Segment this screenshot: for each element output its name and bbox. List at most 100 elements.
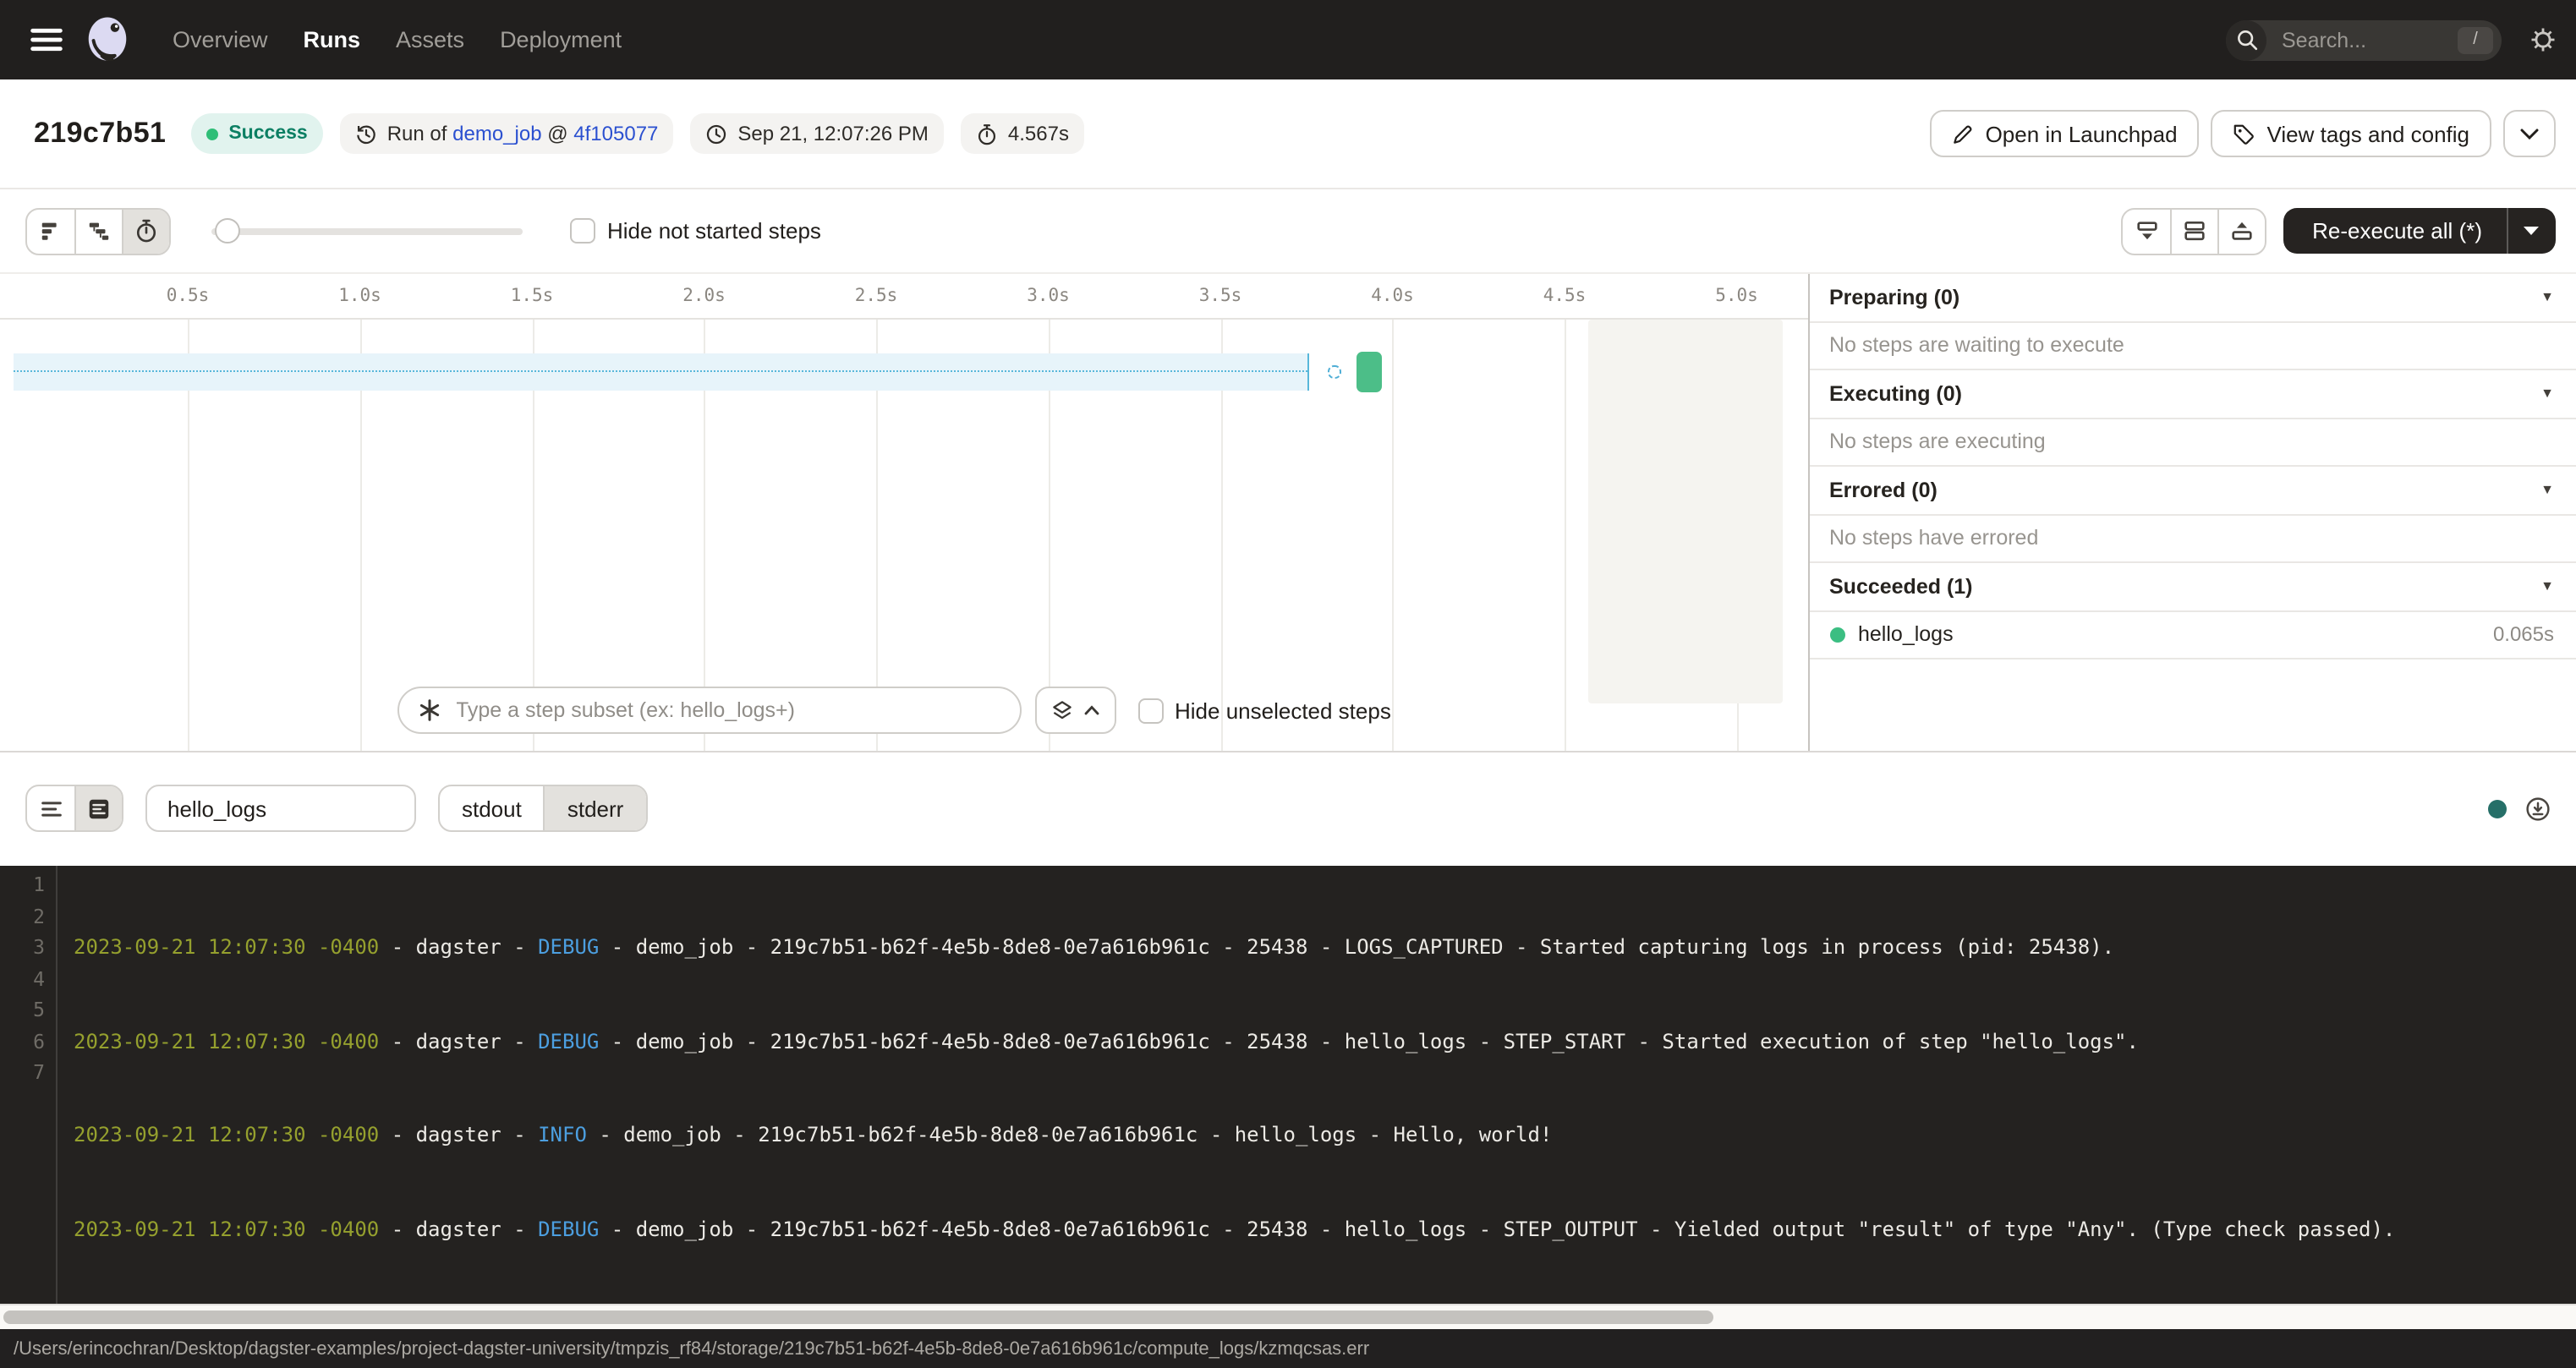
panel-layout-bottom-button[interactable] (2123, 209, 2170, 253)
log-step-filter-input[interactable] (164, 795, 397, 824)
nav-item-overview[interactable]: Overview (173, 27, 268, 52)
log-source: - dagster - (379, 1029, 538, 1053)
nav-links: Overview Runs Assets Deployment (173, 27, 622, 52)
axis-tick: 3.0s (1027, 285, 1070, 305)
step-subset-input-wrap (397, 687, 1021, 734)
start-time: Sep 21, 12:07:26 PM (737, 122, 929, 145)
op-selector-icon (417, 698, 441, 722)
view-tags-config-button[interactable]: View tags and config (2212, 110, 2491, 157)
log-view-table-button[interactable] (27, 787, 74, 831)
duration-tag: 4.567s (961, 113, 1084, 154)
panel-layout-top-button[interactable] (2217, 209, 2265, 253)
raw-log-view[interactable]: 1 2 3 4 5 6 7 2023-09-21 12:07:30 -0400 … (0, 866, 2576, 1304)
log-view-raw-button[interactable] (74, 787, 122, 831)
empty-message: No steps are executing (1829, 430, 2046, 454)
graph-query-toggle-button[interactable] (1034, 687, 1115, 734)
open-in-launchpad-label: Open in Launchpad (1986, 121, 2178, 146)
hamburger-menu-icon[interactable] (20, 14, 71, 65)
log-horizontal-scrollbar[interactable] (0, 1304, 2576, 1329)
section-errored[interactable]: Errored (0) ▼ (1809, 467, 2576, 515)
reexecute-all-button[interactable]: Re-execute all (*) (2283, 208, 2555, 254)
view-mode-timed-button[interactable] (122, 209, 169, 253)
tab-stderr[interactable]: stderr (544, 787, 645, 831)
step-execution-bar[interactable] (1357, 352, 1381, 391)
tab-stdout[interactable]: stdout (440, 787, 544, 831)
log-lines: 2023-09-21 12:07:30 -0400 - dagster - DE… (57, 866, 2576, 1304)
log-capture-status-dot-icon (2488, 800, 2507, 818)
view-mode-flat-button[interactable] (27, 209, 74, 253)
caret-down-icon (2524, 227, 2539, 235)
step-waiting-band (13, 353, 1308, 391)
tag-icon (2233, 123, 2255, 145)
snapshot-link[interactable]: 4f105077 (573, 122, 658, 145)
log-file-path: /Users/erincochran/Desktop/dagster-examp… (14, 1338, 1369, 1359)
section-preparing-empty: No steps are waiting to execute (1809, 322, 2576, 370)
line-number: 5 (0, 994, 45, 1026)
flat-view-icon (38, 218, 63, 244)
log-view-mode-segmented (25, 785, 123, 833)
search-input[interactable] (2278, 26, 2441, 53)
search-shortcut-key: / (2458, 26, 2493, 53)
log-timestamp: 2023-09-21 12:07:30 -0400 (74, 1218, 379, 1241)
log-source: - dagster - (379, 935, 538, 959)
nav-item-deployment[interactable]: Deployment (500, 27, 622, 52)
gantt-chart: 0.5s 1.0s 1.5s 2.0s 2.5s 3.0s 3.5s 4.0s … (0, 274, 1807, 750)
hide-unselected-checkbox[interactable] (1137, 698, 1163, 723)
steps-status-panel: Preparing (0) ▼ No steps are waiting to … (1807, 274, 2576, 750)
gantt-toolbar-right: Re-execute all (*) (2121, 207, 2555, 254)
line-number: 1 (0, 869, 45, 900)
log-timestamp: 2023-09-21 12:07:30 -0400 (74, 1029, 379, 1053)
gridline (1565, 319, 1566, 750)
panel-layout-split-button[interactable] (2170, 209, 2217, 253)
search-box[interactable]: / (2226, 19, 2502, 60)
header-more-actions-button[interactable] (2503, 110, 2556, 157)
settings-gear-icon[interactable] (2530, 27, 2556, 52)
gantt-zoom-slider[interactable] (211, 217, 523, 244)
scrollbar-thumb[interactable] (3, 1311, 1713, 1324)
job-link[interactable]: demo_job (452, 122, 541, 145)
reexecute-all-label: Re-execute all (*) (2312, 218, 2506, 244)
step-start-marker (1328, 365, 1340, 378)
nav-item-assets[interactable]: Assets (396, 27, 464, 52)
panel-layout-segmented (2121, 207, 2266, 254)
section-succeeded-title: Succeeded (1) (1829, 575, 1973, 599)
log-line-numbers: 1 2 3 4 5 6 7 (0, 866, 57, 1304)
open-in-launchpad-button[interactable]: Open in Launchpad (1930, 110, 2200, 157)
section-executing[interactable]: Executing (0) ▼ (1809, 370, 2576, 419)
stopwatch-icon (976, 123, 998, 145)
log-level: DEBUG (538, 1218, 599, 1241)
log-line: 2023-09-21 12:07:30 -0400 - dagster - DE… (74, 932, 2576, 963)
section-preparing[interactable]: Preparing (0) ▼ (1809, 274, 2576, 322)
run-of-tag: Run of demo_job @ 4f105077 (340, 113, 674, 154)
hide-unselected-checkbox-row[interactable]: Hide unselected steps (1137, 698, 1391, 723)
section-succeeded[interactable]: Succeeded (1) ▼ (1809, 563, 2576, 611)
dagster-logo-icon[interactable] (81, 14, 134, 66)
slider-thumb[interactable] (215, 217, 240, 243)
run-of-text: Run of demo_job @ 4f105077 (387, 122, 659, 145)
slider-track (211, 227, 523, 234)
section-executing-empty: No steps are executing (1809, 419, 2576, 467)
log-level: INFO (538, 1124, 587, 1147)
duration: 4.567s (1008, 122, 1069, 145)
nav-item-runs[interactable]: Runs (304, 27, 361, 52)
step-row-hello-logs[interactable]: hello_logs 0.065s (1809, 611, 2576, 659)
axis-tick: 2.5s (855, 285, 898, 305)
step-subset-row: Hide unselected steps (397, 687, 1391, 734)
view-mode-waterfall-button[interactable] (74, 209, 122, 253)
hide-not-started-checkbox-row[interactable]: Hide not started steps (570, 218, 821, 244)
download-log-icon[interactable] (2525, 796, 2551, 822)
reexecute-dropdown-button[interactable] (2507, 227, 2555, 235)
axis-tick: 4.0s (1371, 285, 1414, 305)
gantt-chart-body: Hide unselected steps (0, 319, 1807, 750)
step-subset-input[interactable] (452, 697, 1000, 724)
status-badge: Success (191, 113, 322, 154)
status-badge-label: Success (228, 123, 307, 144)
log-stream-tabs: stdout stderr (438, 785, 647, 833)
section-errored-empty: No steps have errored (1809, 515, 2576, 563)
hide-not-started-checkbox[interactable] (570, 218, 595, 244)
log-timestamp: 2023-09-21 12:07:30 -0400 (74, 935, 379, 959)
caret-down-icon: ▼ (2540, 291, 2554, 304)
step-name: hello_logs (1858, 623, 1954, 647)
list-icon (38, 796, 63, 822)
run-of-prefix: Run of (387, 122, 452, 145)
